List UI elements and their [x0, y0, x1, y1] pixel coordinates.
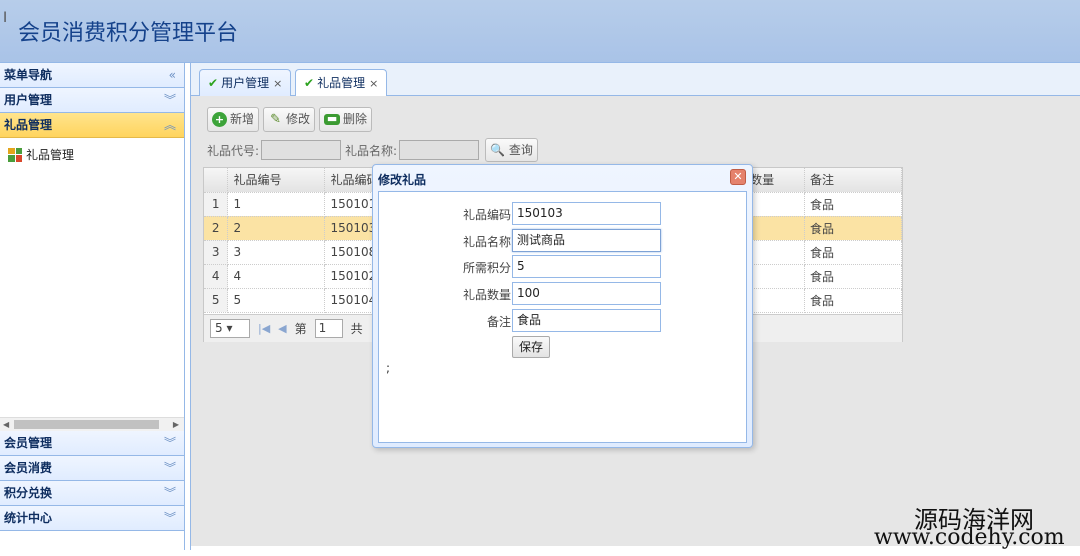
sidebar-section-statistics[interactable]: 统计中心 ︾	[0, 506, 184, 531]
horizontal-scrollbar[interactable]: ◀ ▶	[0, 417, 184, 431]
search-icon: 🔍	[490, 143, 506, 157]
sidebar-section-users[interactable]: 用户管理 ︾	[0, 88, 184, 113]
save-button[interactable]: 保存	[512, 336, 551, 358]
grid-app-icon	[8, 147, 22, 162]
gift-code-field[interactable]: 150103	[512, 202, 661, 225]
scroll-right-icon[interactable]: ▶	[173, 418, 179, 432]
tree-item-gift-management[interactable]: 礼品管理	[8, 146, 74, 163]
dialog-body: 礼品编码 150103 礼品名称 测试商品 所需积分 5 礼品数量 100 备注…	[378, 191, 747, 443]
pencil-icon: ✎	[270, 112, 281, 127]
chevron-down-icon: ︾	[163, 461, 176, 475]
chevron-down-icon: ︾	[163, 93, 176, 107]
field-label: 礼品数量	[462, 288, 511, 302]
sidebar-section-consumption[interactable]: 会员消费 ︾	[0, 456, 184, 481]
field-label: 礼品编码	[462, 208, 511, 222]
tab-user-management[interactable]: ✔ 用户管理 ×	[199, 69, 292, 96]
chevron-down-icon: ︾	[163, 436, 176, 450]
delete-button[interactable]: ▬ 删除	[319, 107, 373, 132]
sidebar-menu-area: 礼品管理 ◀ ▶	[0, 138, 184, 431]
collapse-left-icon[interactable]: «	[169, 63, 176, 87]
chevron-down-icon: ︾	[163, 511, 176, 525]
query-button[interactable]: 🔍 查询	[485, 138, 538, 162]
form-row-gift-name: 礼品名称 测试商品	[379, 229, 748, 253]
first-page-icon[interactable]: |◀	[258, 322, 270, 335]
gift-code-label: 礼品代号:	[207, 143, 260, 158]
scroll-left-icon[interactable]: ◀	[3, 418, 9, 432]
edit-gift-dialog: 修改礼品 ✕ 礼品编码 150103 礼品名称 测试商品 所需积分 5 礼品数量…	[372, 164, 753, 448]
gift-name-field[interactable]: 测试商品	[512, 229, 661, 252]
edit-button[interactable]: ✎ 修改	[263, 107, 316, 132]
sidebar-section-members[interactable]: 会员管理 ︾	[0, 431, 184, 456]
row-number-header	[204, 168, 229, 193]
note-field[interactable]: 食品	[512, 309, 661, 332]
gift-quantity-field[interactable]: 100	[512, 282, 661, 305]
text-cursor-icon: I	[3, 10, 8, 26]
form-row-required-points: 所需积分 5	[379, 255, 748, 279]
watermark-url: www.codehy.com	[874, 525, 1065, 550]
dialog-title: 修改礼品	[378, 173, 427, 187]
toolbar: + 新增 ✎ 修改 ▬ 删除	[207, 107, 373, 132]
gift-code-input[interactable]	[261, 140, 342, 160]
form-row-gift-quantity: 礼品数量 100	[379, 282, 748, 306]
plus-icon: +	[212, 112, 227, 127]
close-tab-icon[interactable]: ×	[369, 77, 378, 90]
total-label: 共	[350, 322, 363, 336]
field-label: 礼品名称	[462, 235, 511, 249]
sidebar-section-points-exchange[interactable]: 积分兑换 ︾	[0, 481, 184, 506]
tree-item-label: 礼品管理	[26, 148, 75, 162]
trailing-text: ;	[386, 361, 391, 375]
check-icon: ✔	[208, 76, 219, 90]
sidebar: 菜单导航 « 用户管理 ︾ 礼品管理 ︽ 礼品管理 ◀ ▶ 会员管理 ︾ 会员消…	[0, 63, 185, 550]
app-title: 会员消费积分管理平台	[18, 21, 239, 46]
page-number-input[interactable]: 1	[314, 319, 343, 338]
scrollbar-thumb[interactable]	[14, 420, 159, 429]
page-size-select[interactable]: 5 ▾	[210, 319, 250, 338]
field-label: 备注	[486, 315, 511, 329]
prev-page-icon[interactable]: ◀	[278, 322, 286, 335]
sidebar-nav-title[interactable]: 菜单导航 «	[0, 63, 184, 88]
chevron-up-icon: ︽	[163, 118, 176, 132]
form-row-gift-code: 礼品编码 150103	[379, 202, 748, 226]
column-header-quantity[interactable]: 数量	[744, 168, 806, 193]
minus-icon: ▬	[324, 113, 341, 125]
close-tab-icon[interactable]: ×	[273, 77, 282, 90]
tab-bar: ✔ 用户管理 × ✔ 礼品管理 ×	[191, 63, 1080, 97]
form-row-note: 备注 食品	[379, 309, 748, 333]
chevron-down-icon: ︾	[163, 486, 176, 500]
check-icon: ✔	[304, 76, 315, 90]
tab-gift-management[interactable]: ✔ 礼品管理 ×	[295, 69, 388, 97]
gift-name-label: 礼品名称:	[345, 143, 398, 158]
sidebar-section-gifts[interactable]: 礼品管理 ︽	[0, 113, 184, 138]
column-header-note[interactable]: 备注	[804, 168, 902, 193]
add-button[interactable]: + 新增	[207, 107, 260, 132]
field-label: 所需积分	[462, 261, 511, 275]
search-bar: 礼品代号: 礼品名称: 🔍 查询	[207, 138, 538, 162]
close-icon[interactable]: ✕	[730, 169, 746, 185]
gift-name-input[interactable]	[399, 140, 480, 160]
column-header-gift-id[interactable]: 礼品编号	[227, 168, 326, 193]
page-label: 第	[294, 322, 307, 336]
app-header: I 会员消费积分管理平台	[0, 0, 1080, 63]
required-points-field[interactable]: 5	[512, 255, 661, 278]
